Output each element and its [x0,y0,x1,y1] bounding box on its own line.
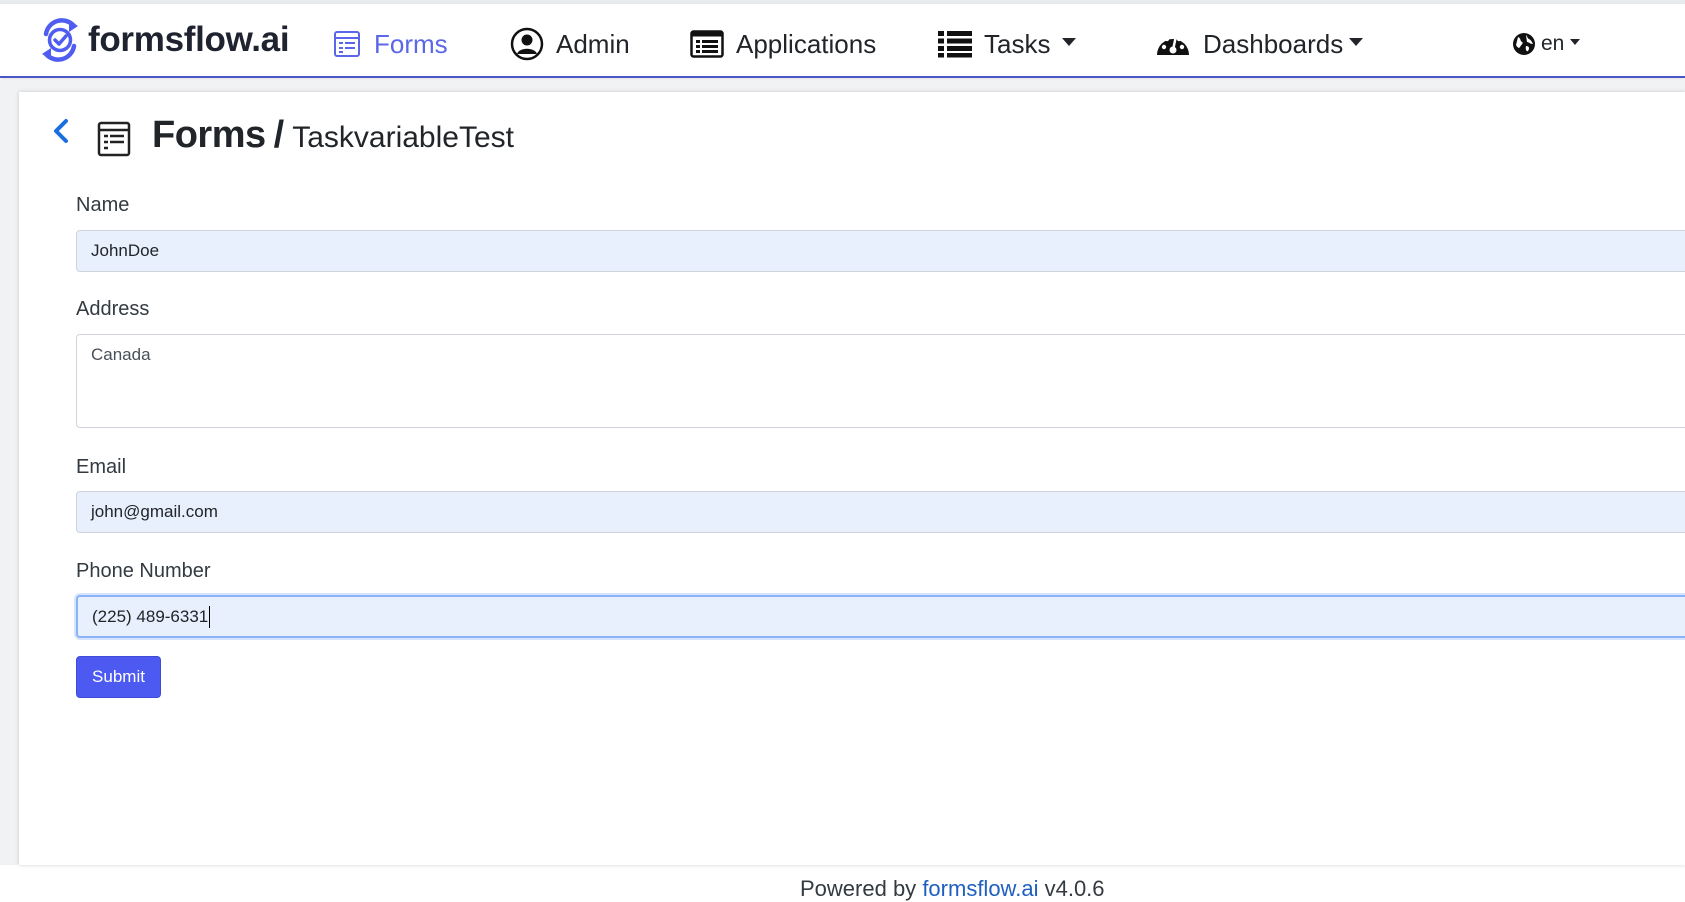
email-input[interactable]: john@gmail.com [76,491,1685,533]
nav-admin[interactable]: Admin [510,22,630,66]
name-label: Name [76,194,130,216]
user-circle-icon [510,27,544,61]
brand-name: formsflow.ai [88,20,290,59]
email-value: john@gmail.com [91,502,218,521]
tachometer-icon [1155,29,1191,59]
list-icon [938,30,972,58]
main-navbar: formsflow.ai Forms Admin Applications Ta… [0,4,1685,78]
chevron-left-icon [54,119,68,143]
language-selector[interactable]: en [1512,22,1581,66]
language-label: en [1541,32,1565,55]
name-value: JohnDoe [91,241,160,260]
nav-forms[interactable]: Forms [332,22,448,66]
footer-version: v4.0.6 [1044,876,1105,901]
nav-forms-label: Forms [374,28,448,59]
globe-icon [1512,32,1536,56]
list-alt-icon [690,30,724,58]
text-cursor [209,605,211,628]
form-name: TaskvariableTest [292,121,514,154]
nav-admin-label: Admin [556,28,630,59]
address-label: Address [76,298,150,320]
breadcrumb-root: Forms [152,114,266,156]
nav-tasks-label: Tasks [984,28,1051,59]
name-input[interactable]: JohnDoe [76,230,1685,272]
footer-prefix: Powered by [800,876,917,901]
chevron-down-icon [1349,38,1364,46]
nav-dashboards-label: Dashboards [1203,28,1344,59]
phone-value: (225) 489-6331 [92,606,209,626]
nav-dashboards[interactable]: Dashboards [1155,22,1364,66]
form-document-icon [97,121,131,157]
phone-input[interactable]: (225) 489-6331 [76,595,1685,638]
address-textarea[interactable]: Canada [76,334,1685,428]
formsflow-logo-icon [42,18,78,62]
form-card [19,92,1685,865]
breadcrumb-separator: / [273,114,285,156]
chevron-down-icon [1570,39,1581,45]
nav-applications-label: Applications [736,28,877,59]
chevron-down-icon [1062,38,1077,46]
nav-applications[interactable]: Applications [690,22,876,66]
page-title: Forms / TaskvariableTest [152,114,514,164]
submit-button[interactable]: Submit [76,656,161,698]
phone-label: Phone Number [76,560,211,582]
back-button[interactable] [48,114,74,148]
forms-icon [332,29,362,59]
address-value: Canada [91,345,151,364]
brand[interactable]: formsflow.ai [36,12,290,68]
nav-tasks[interactable]: Tasks [938,22,1077,66]
email-label: Email [76,456,127,478]
footer-link[interactable]: formsflow.ai [922,876,1038,901]
footer: Powered by formsflow.ai v4.0.6 [0,866,1685,902]
